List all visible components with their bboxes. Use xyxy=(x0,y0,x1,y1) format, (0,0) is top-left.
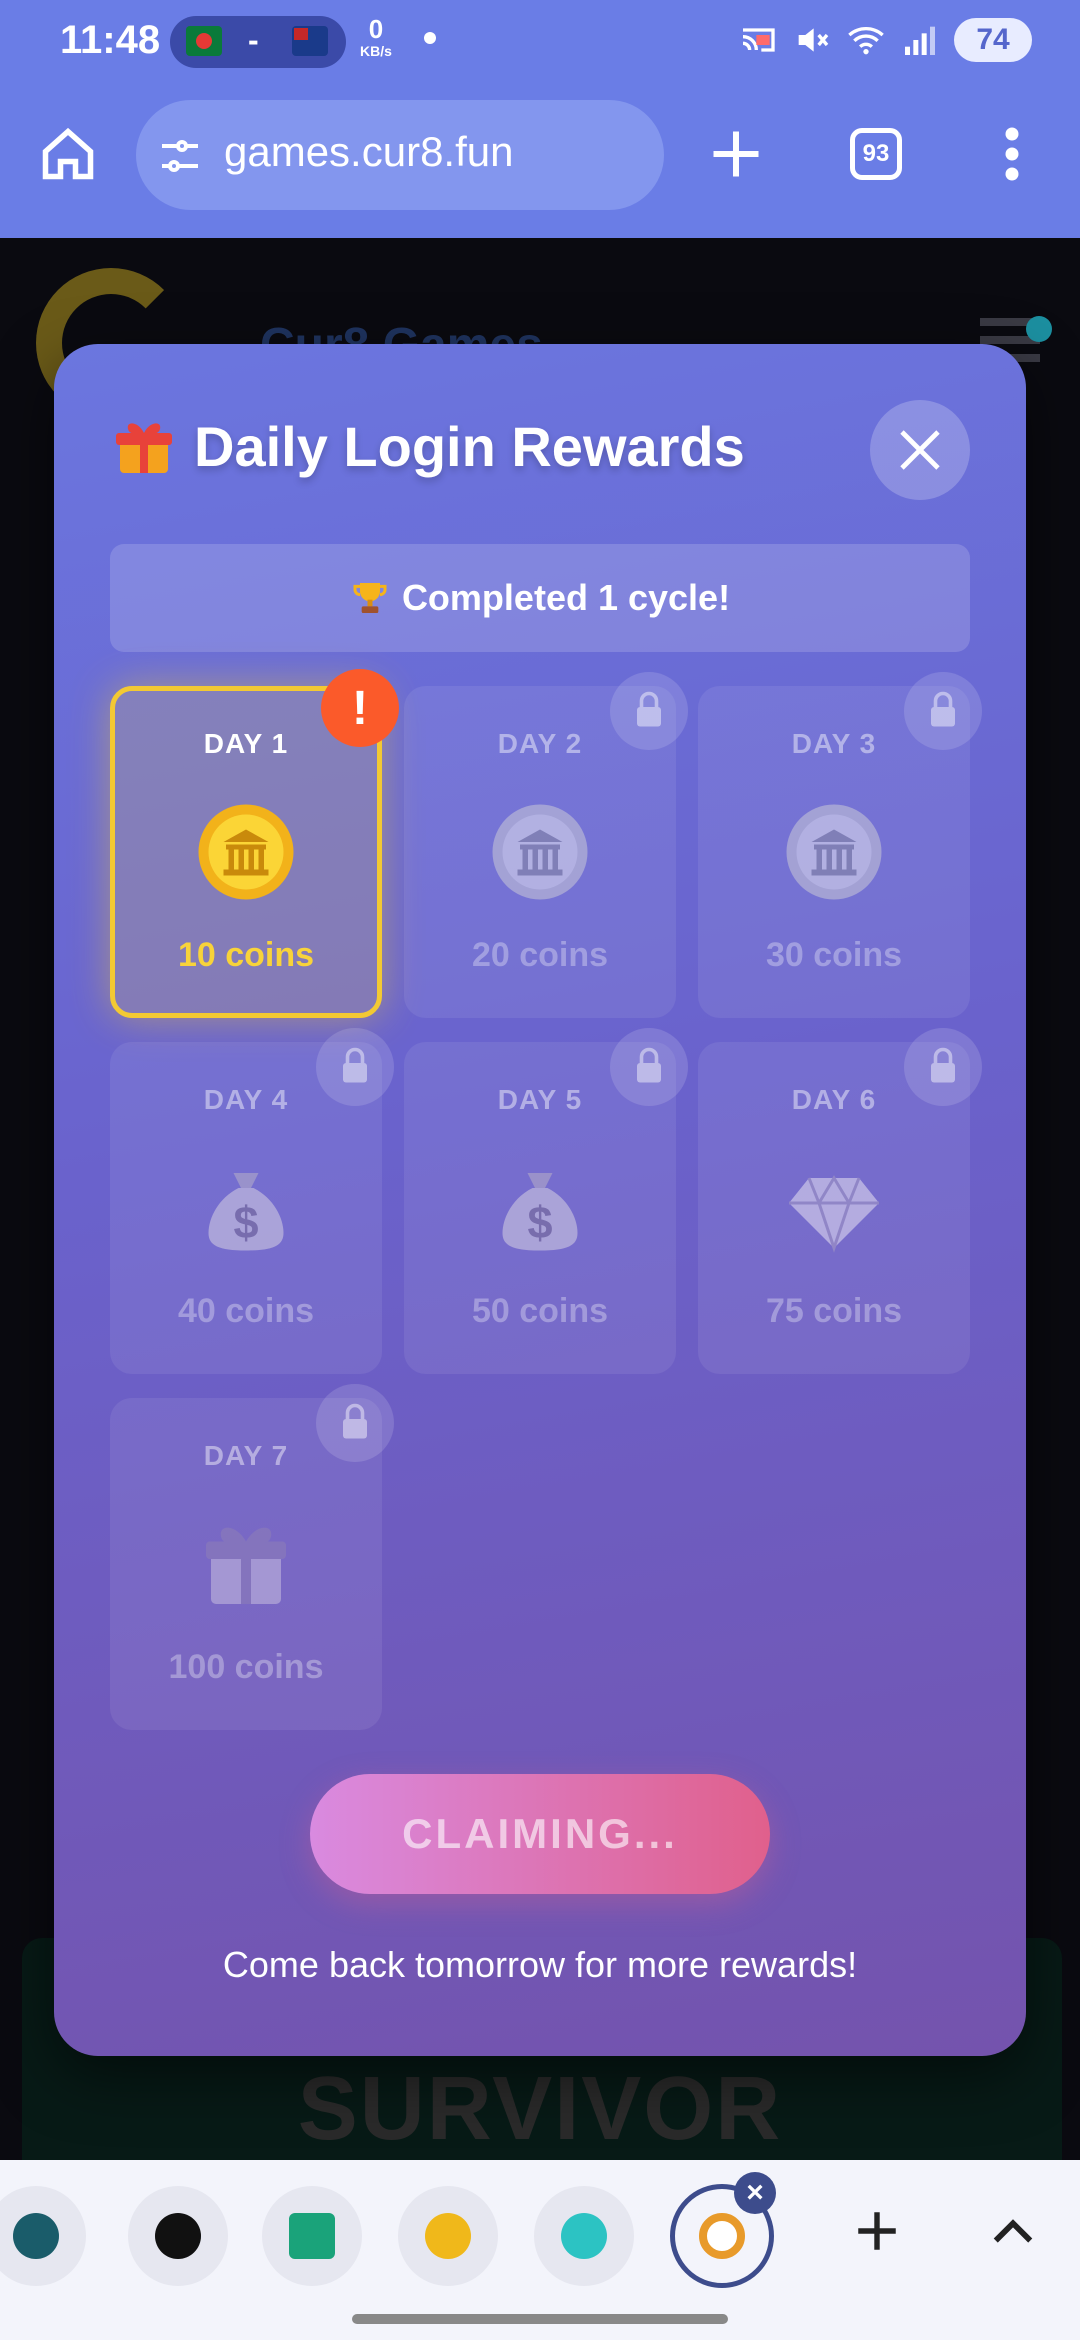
reward-card-day-1[interactable]: DAY 1 10 coins ! xyxy=(110,669,399,1018)
tab-favicon-4[interactable] xyxy=(398,2186,498,2286)
svg-text:$: $ xyxy=(233,1197,258,1248)
reward-card-day-4: DAY 4 $ 40 coins xyxy=(110,1028,394,1374)
signal-icon xyxy=(905,26,935,55)
lock-badge xyxy=(610,1028,688,1106)
footer-note: Come back tomorrow for more rewards! xyxy=(222,1944,858,1985)
bangladesh-flag-icon xyxy=(186,26,222,56)
menu-notification-dot xyxy=(1026,316,1052,342)
gesture-bar xyxy=(352,2314,728,2324)
tab-favicon-2[interactable] xyxy=(128,2186,228,2286)
money-bag-icon: $ xyxy=(502,1173,578,1251)
cur8-favicon-icon xyxy=(699,2213,745,2259)
status-bar: 11:48 - 0 KB/s 74 xyxy=(0,0,1080,84)
new-tab-plus-icon[interactable] xyxy=(706,124,766,184)
reward-card-day-6: DAY 6 75 coins xyxy=(698,1028,982,1374)
lock-icon xyxy=(931,691,955,727)
wifi-icon xyxy=(848,27,884,55)
lock-icon xyxy=(931,1047,955,1083)
silver-coin-icon xyxy=(492,804,588,900)
cycle-status-banner: Completed 1 cycle! xyxy=(110,544,970,652)
lock-icon xyxy=(343,1403,367,1439)
close-button[interactable] xyxy=(870,400,970,500)
lock-badge xyxy=(904,1028,982,1106)
net-speed: 0 KB/s xyxy=(360,16,392,62)
status-time: 11:48 xyxy=(60,18,161,62)
triangle-favicon-icon xyxy=(155,2213,201,2259)
game-banner-title: SURVIVOR xyxy=(297,2059,783,2159)
cast-icon xyxy=(742,28,775,52)
tab-favicon-3[interactable] xyxy=(262,2186,362,2286)
site-settings-icon[interactable] xyxy=(156,132,204,180)
reward-card-day-7: DAY 7 100 coins xyxy=(110,1384,394,1730)
lock-icon xyxy=(637,1047,661,1083)
chevron-up-icon[interactable] xyxy=(990,2214,1036,2248)
tab-switcher-button[interactable]: 93 xyxy=(850,128,902,180)
battery-indicator: 74 xyxy=(954,18,1032,62)
globe-favicon-icon xyxy=(13,2213,59,2259)
reward-amount: 40 coins xyxy=(177,1292,315,1330)
overflow-menu-icon[interactable] xyxy=(996,124,1028,184)
tab-favicon-1[interactable] xyxy=(0,2186,86,2286)
reward-card-day-3: DAY 3 30 coins xyxy=(698,672,982,1018)
add-tab-icon[interactable] xyxy=(852,2206,902,2256)
reward-amount: 100 coins xyxy=(168,1648,324,1686)
address-bar[interactable]: games.cur8.fun xyxy=(136,100,664,210)
reward-amount: 10 coins xyxy=(177,936,315,974)
close-tab-icon[interactable]: × xyxy=(734,2172,776,2214)
gold-coin-icon xyxy=(198,804,294,900)
wave-favicon-icon xyxy=(561,2213,607,2259)
australia-flag-icon xyxy=(292,26,328,56)
steem-hop-favicon-icon xyxy=(425,2213,471,2259)
lock-badge xyxy=(316,1384,394,1462)
gift-icon xyxy=(116,422,172,473)
money-bag-icon: $ xyxy=(208,1173,284,1251)
trophy-icon xyxy=(353,583,387,613)
silver-coin-icon xyxy=(786,804,882,900)
vpn-separator: - xyxy=(248,22,259,58)
url-text[interactable]: games.cur8.fun xyxy=(224,128,514,176)
cycle-status-text: Completed 1 cycle! xyxy=(401,577,731,618)
tab-favicon-5[interactable] xyxy=(534,2186,634,2286)
diamond-icon xyxy=(789,1175,879,1253)
net-speed-unit: KB/s xyxy=(360,43,392,59)
lock-badge xyxy=(316,1028,394,1106)
status-icons: 74 xyxy=(738,18,1032,62)
lock-icon xyxy=(343,1047,367,1083)
claim-button[interactable]: CLAIMING... xyxy=(310,1774,770,1894)
claimable-alert-badge: ! xyxy=(321,669,399,747)
tab-strip: × xyxy=(0,2160,1080,2340)
lock-badge xyxy=(904,672,982,750)
lock-badge xyxy=(610,672,688,750)
svg-text:$: $ xyxy=(527,1197,552,1248)
reward-amount: 75 coins xyxy=(765,1292,903,1330)
home-icon[interactable] xyxy=(38,124,98,184)
modal-title-text: Daily Login Rewards xyxy=(194,415,745,478)
modal-title: Daily Login Rewards xyxy=(112,414,745,479)
notification-dot-icon xyxy=(424,32,436,44)
daily-rewards-modal: Daily Login Rewards Completed 1 cycle! D… xyxy=(54,344,1026,2056)
lock-icon xyxy=(637,691,661,727)
reward-card-day-2: DAY 2 20 coins xyxy=(404,672,688,1018)
browser-toolbar: games.cur8.fun 93 xyxy=(0,84,1080,238)
reward-amount: 20 coins xyxy=(471,936,609,974)
mute-icon xyxy=(798,28,829,52)
gift-box-icon xyxy=(206,1527,286,1604)
chess-favicon-icon xyxy=(289,2213,335,2259)
reward-card-day-5: DAY 5 $ 50 coins xyxy=(404,1028,688,1374)
close-icon[interactable] xyxy=(896,426,944,474)
reward-amount: 50 coins xyxy=(471,1292,609,1330)
reward-amount: 30 coins xyxy=(765,936,903,974)
